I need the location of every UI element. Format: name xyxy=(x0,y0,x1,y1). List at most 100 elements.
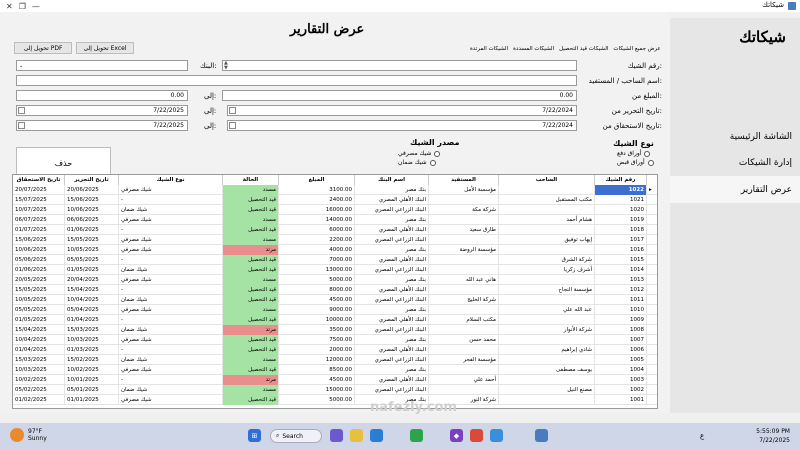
store-icon[interactable] xyxy=(410,429,423,442)
cell-bank[interactable]: بنك مصر xyxy=(355,245,429,255)
vscode-icon[interactable] xyxy=(490,429,503,442)
table-row[interactable]: 05/05/2025 05/04/2025 شيك مصرفي مسدد 9000.00… xyxy=(13,305,657,315)
cell-type[interactable]: شيك ضمان xyxy=(119,295,223,305)
header-bank[interactable]: اسم البنك xyxy=(355,175,429,185)
cell-drawer[interactable]: مكتب المستقبل xyxy=(499,195,595,205)
cell-payee[interactable]: هاني عبد الله xyxy=(429,275,499,285)
cell-type[interactable]: شيك مصرفي xyxy=(119,395,223,405)
cell-type[interactable]: شيك ضمان xyxy=(119,325,223,335)
cell-payee[interactable]: شركة الخليج xyxy=(429,295,499,305)
row-selector[interactable] xyxy=(647,205,657,215)
header-type[interactable]: نوع الشيك xyxy=(119,175,223,185)
cell-bank[interactable]: البنك الزراعي المصري xyxy=(355,355,429,365)
calendar-icon[interactable] xyxy=(18,122,25,129)
cell-payee[interactable]: مؤسسة الروضة xyxy=(429,245,499,255)
cell-num[interactable]: 1004 xyxy=(595,365,647,375)
cell-issue[interactable]: 05/04/2025 xyxy=(65,305,119,315)
table-row[interactable]: 15/06/2025 15/05/2025 شيك مصرفي مسدد 2200.00… xyxy=(13,235,657,245)
cell-bank[interactable]: البنك الزراعي المصري xyxy=(355,265,429,275)
cell-status[interactable]: قيد التحصيل xyxy=(223,265,279,275)
cell-amount[interactable]: 7000.00 xyxy=(279,255,355,265)
cell-type[interactable]: شيك مصرفي xyxy=(119,335,223,345)
table-row[interactable]: 15/05/2025 15/04/2025- قيد التحصيل 8000.00 ا… xyxy=(13,285,657,295)
windows-start-icon[interactable]: ⊞ xyxy=(248,429,261,442)
export-pdf-button[interactable]: تحويل إلى PDF xyxy=(14,42,72,54)
cell-type[interactable]: شيك مصرفي xyxy=(119,215,223,225)
cell-drawer[interactable] xyxy=(499,205,595,215)
table-row[interactable]: 20/07/2025 20/06/2025 شيك مصرفي مسدد 3100.00… xyxy=(13,185,657,195)
row-selector[interactable] xyxy=(647,345,657,355)
cell-bank[interactable]: البنك الأهلي المصري xyxy=(355,345,429,355)
cell-amount[interactable]: 12000.00 xyxy=(279,355,355,365)
cell-amount[interactable]: 4500.00 xyxy=(279,295,355,305)
cell-status[interactable]: قيد التحصيل xyxy=(223,285,279,295)
table-row[interactable]: 15/07/2025 15/06/2025- قيد التحصيل 2400.00 ا… xyxy=(13,195,657,205)
drawer-input[interactable] xyxy=(16,75,577,86)
cell-status[interactable]: قيد التحصيل xyxy=(223,395,279,405)
cell-payee[interactable] xyxy=(429,265,499,275)
cell-amount[interactable]: 13000.00 xyxy=(279,265,355,275)
cell-issue[interactable]: 06/06/2025 xyxy=(65,215,119,225)
cell-status[interactable]: مرتد xyxy=(223,245,279,255)
export-excel-button[interactable]: تحويل إلى Excel xyxy=(76,42,134,54)
running-app-icon[interactable] xyxy=(535,429,548,442)
header-issue-date[interactable]: تاريخ التحرير xyxy=(65,175,119,185)
table-row[interactable]: 05/06/2025 05/05/2025- قيد التحصيل 7000.00 ا… xyxy=(13,255,657,265)
system-clock[interactable]: 5:55:09 PM 7/22/2025 xyxy=(756,427,790,445)
header-payee[interactable]: المستفيد xyxy=(429,175,499,185)
cell-amount[interactable]: 5000.00 xyxy=(279,275,355,285)
cell-num[interactable]: 1022 xyxy=(595,185,647,195)
cell-bank[interactable]: البنك الأهلي المصري xyxy=(355,285,429,295)
cell-due[interactable]: 15/06/2025 xyxy=(13,235,65,245)
table-row[interactable]: 10/07/2025 10/06/2025 شيك ضمان قيد التحصيل 1… xyxy=(13,205,657,215)
source-option-guarantee[interactable]: شيك ضمان xyxy=(398,159,436,166)
cell-drawer[interactable]: إيهاب توفيق xyxy=(499,235,595,245)
tab-paid[interactable]: الشيكات المسددة xyxy=(513,46,554,52)
cell-amount[interactable]: 3500.00 xyxy=(279,325,355,335)
header-status[interactable]: الحالة xyxy=(223,175,279,185)
row-selector[interactable] xyxy=(647,235,657,245)
cell-issue[interactable]: 15/05/2025 xyxy=(65,235,119,245)
cell-type[interactable]: شيك مصرفي xyxy=(119,235,223,245)
cell-drawer[interactable] xyxy=(499,335,595,345)
cell-type[interactable]: - xyxy=(119,195,223,205)
cell-payee[interactable] xyxy=(429,215,499,225)
cell-issue[interactable]: 15/03/2025 xyxy=(65,325,119,335)
row-selector[interactable] xyxy=(647,305,657,315)
file-explorer-icon[interactable] xyxy=(350,429,363,442)
cell-type[interactable]: شيك مصرفي xyxy=(119,245,223,255)
cell-due[interactable]: 20/07/2025 xyxy=(13,185,65,195)
cell-due[interactable]: 20/05/2025 xyxy=(13,275,65,285)
cell-amount[interactable]: 4500.00 xyxy=(279,375,355,385)
minimize-icon[interactable]: — xyxy=(32,2,40,11)
cell-due[interactable]: 01/06/2025 xyxy=(13,265,65,275)
row-selector[interactable] xyxy=(647,295,657,305)
cell-due[interactable]: 10/02/2025 xyxy=(13,375,65,385)
cell-drawer[interactable] xyxy=(499,245,595,255)
cell-payee[interactable]: أحمد علي xyxy=(429,375,499,385)
cell-status[interactable]: قيد التحصيل xyxy=(223,195,279,205)
row-selector[interactable] xyxy=(647,255,657,265)
cell-amount[interactable]: 4000.00 xyxy=(279,245,355,255)
cell-drawer[interactable] xyxy=(499,275,595,285)
cell-amount[interactable]: 2000.00 xyxy=(279,345,355,355)
cell-bank[interactable]: بنك مصر xyxy=(355,305,429,315)
cell-num[interactable]: 1006 xyxy=(595,345,647,355)
cell-amount[interactable]: 14000.00 xyxy=(279,215,355,225)
cell-type[interactable]: شيك مصرفي xyxy=(119,305,223,315)
cell-payee[interactable]: محمد حسن xyxy=(429,335,499,345)
cell-drawer[interactable] xyxy=(499,185,595,195)
cell-amount[interactable]: 3100.00 xyxy=(279,185,355,195)
cell-drawer[interactable]: هشام أحمد xyxy=(499,215,595,225)
table-row[interactable]: 20/05/2025 20/04/2025 شيك مصرفي مسدد 5000.00… xyxy=(13,275,657,285)
issue-to-date[interactable]: 7/22/2025 xyxy=(16,105,188,116)
row-selector[interactable] xyxy=(647,195,657,205)
row-selector[interactable] xyxy=(647,385,657,395)
cell-status[interactable]: مسدد xyxy=(223,355,279,365)
header-due-date[interactable]: تاريخ الاستحقاق xyxy=(13,175,65,185)
cell-status[interactable]: قيد التحصيل xyxy=(223,255,279,265)
cell-status[interactable]: قيد التحصيل xyxy=(223,295,279,305)
row-selector[interactable]: ▸ xyxy=(647,185,657,195)
cell-amount[interactable]: 2400.00 xyxy=(279,195,355,205)
cell-bank[interactable]: البنك الزراعي المصري xyxy=(355,385,429,395)
